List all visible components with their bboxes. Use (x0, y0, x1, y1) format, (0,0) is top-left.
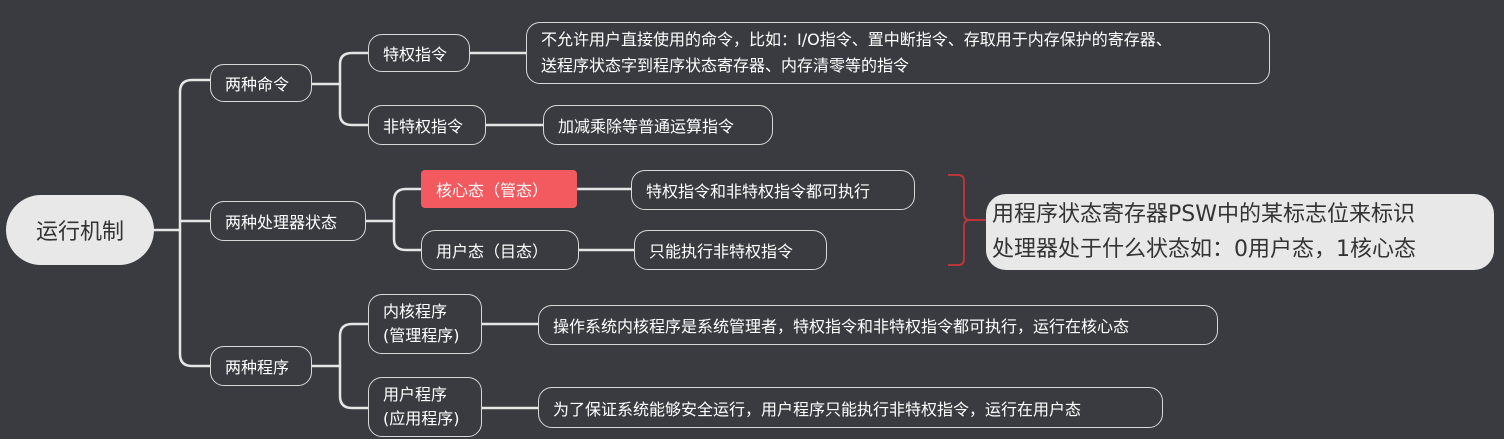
node-user-program-line1: 用户程序 (383, 385, 448, 404)
node-privileged-instructions[interactable]: 特权指令 (368, 34, 470, 72)
link-states-spine (392, 187, 423, 252)
link-programs-spine (338, 322, 370, 410)
root-node[interactable]: 运行机制 (6, 195, 154, 265)
branch-two-processor-states-label: 两种处理器状态 (225, 213, 338, 232)
node-kernel-mode[interactable]: 核心态（管态） (421, 170, 577, 208)
summary-note-line2: 处理器处于什么状态如：0用户态，1核心态 (992, 237, 1416, 262)
mind-map: 运行机制 两种命令 两种处理器状态 两种程序 特权指令 非特权指令 核心态（管态… (0, 0, 1504, 439)
desc-user-mode-text: 只能执行非特权指令 (649, 242, 794, 261)
root-label: 运行机制 (35, 220, 124, 245)
node-kernel-program[interactable]: 内核程序 (管理程序) (368, 294, 482, 354)
desc-privileged-line1: 不允许用户直接使用的命令，比如：I/O指令、置中断指令、存取用于内存保护的寄存器… (541, 30, 1172, 49)
node-user-mode[interactable]: 用户态（目态） (421, 230, 579, 270)
branch-two-commands[interactable]: 两种命令 (210, 64, 312, 102)
branch-two-commands-label: 两种命令 (225, 75, 290, 94)
summary-bracket (948, 174, 986, 266)
node-non-privileged-instructions[interactable]: 非特权指令 (368, 105, 486, 145)
node-kernel-program-line1: 内核程序 (383, 302, 448, 321)
link-commands-spine (338, 51, 370, 127)
desc-privileged-line2: 送程序状态字到程序状态寄存器、内存清零等的指令 (541, 56, 910, 75)
desc-non-privileged-instructions[interactable]: 加减乘除等普通运算指令 (543, 105, 773, 145)
node-kernel-mode-label: 核心态（管态） (436, 181, 549, 200)
link-root-spine (178, 78, 212, 368)
desc-privileged-instructions[interactable]: 不允许用户直接使用的命令，比如：I/O指令、置中断指令、存取用于内存保护的寄存器… (526, 22, 1270, 84)
node-privileged-instructions-label: 特权指令 (383, 45, 448, 64)
node-user-program[interactable]: 用户程序 (应用程序) (368, 377, 482, 437)
node-user-program-line2: (应用程序) (383, 409, 460, 428)
desc-kernel-program-text: 操作系统内核程序是系统管理者，特权指令和非特权指令都可执行，运行在核心态 (553, 317, 1130, 336)
desc-kernel-mode-text: 特权指令和非特权指令都可执行 (646, 182, 871, 201)
desc-user-program[interactable]: 为了保证系统能够安全运行，用户程序只能执行非特权指令，运行在用户态 (538, 387, 1163, 428)
node-user-mode-label: 用户态（目态） (436, 242, 549, 261)
desc-user-mode[interactable]: 只能执行非特权指令 (634, 230, 827, 270)
summary-note-psw[interactable]: 用程序状态寄存器PSW中的某标志位来标识 处理器处于什么状态如：0用户态，1核心… (986, 194, 1494, 270)
desc-kernel-program[interactable]: 操作系统内核程序是系统管理者，特权指令和非特权指令都可执行，运行在核心态 (538, 305, 1218, 345)
branch-two-programs-label: 两种程序 (225, 358, 290, 377)
desc-user-program-text: 为了保证系统能够安全运行，用户程序只能执行非特权指令，运行在用户态 (553, 399, 1082, 419)
summary-note-line1: 用程序状态寄存器PSW中的某标志位来标识 (992, 202, 1415, 227)
node-kernel-program-line2: (管理程序) (383, 326, 460, 345)
desc-kernel-mode[interactable]: 特权指令和非特权指令都可执行 (631, 170, 915, 210)
branch-two-processor-states[interactable]: 两种处理器状态 (210, 201, 366, 241)
branch-two-programs[interactable]: 两种程序 (210, 346, 312, 386)
node-non-privileged-instructions-label: 非特权指令 (383, 117, 464, 136)
desc-non-privileged-text: 加减乘除等普通运算指令 (558, 117, 735, 136)
